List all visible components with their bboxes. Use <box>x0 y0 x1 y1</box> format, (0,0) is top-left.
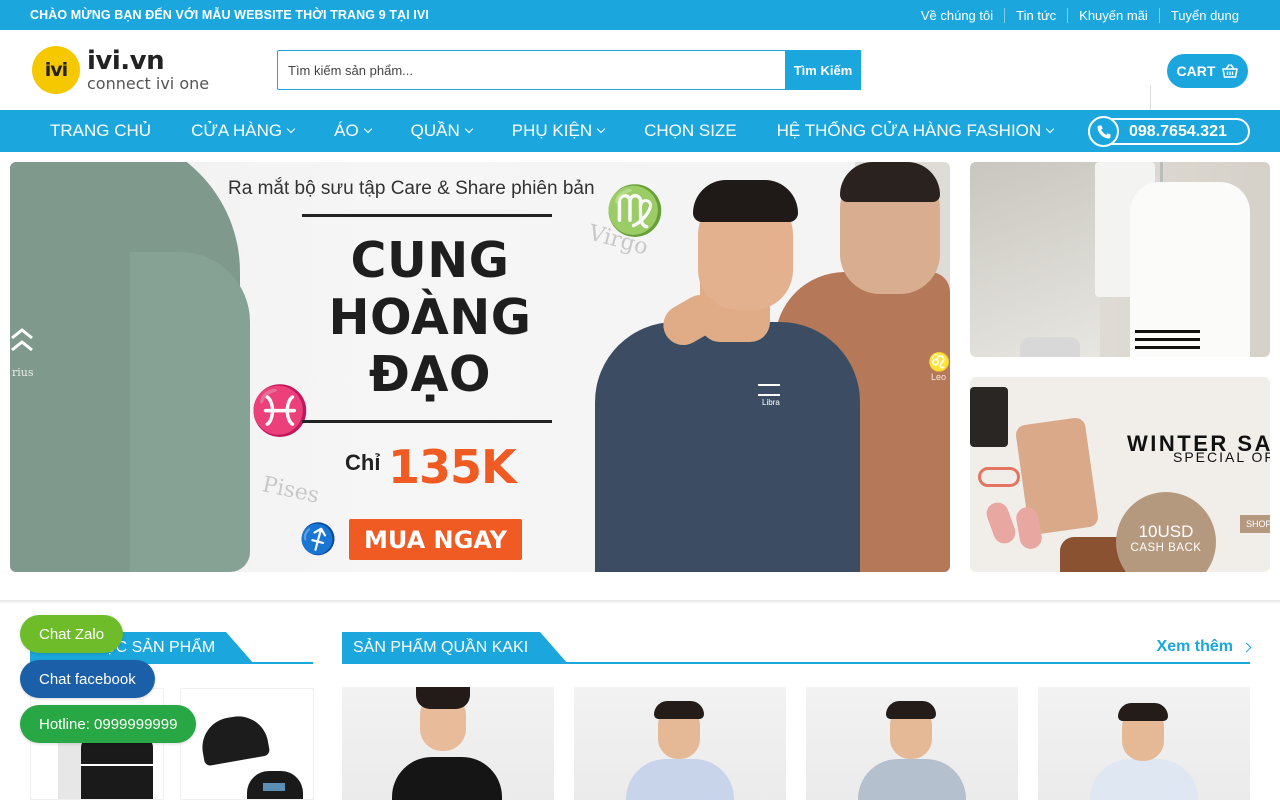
chevron-down-icon <box>1045 124 1055 134</box>
product-image-2-shirt <box>626 759 734 800</box>
logo-title: ivi.vn <box>87 46 165 76</box>
top-link-promotions[interactable]: Khuyến mãi <box>1067 7 1159 23</box>
banner-price: 135K <box>388 440 517 494</box>
banner-price-label: Chỉ <box>345 450 381 475</box>
side-banner-1-shoes <box>1020 337 1080 357</box>
product-card-4[interactable] <box>1038 687 1250 800</box>
category-image-polo-stripe <box>81 764 153 766</box>
search-form: Tìm Kiếm <box>277 50 861 90</box>
product-image-1-shirt <box>392 757 502 800</box>
product-image-3-hair <box>886 701 936 719</box>
zodiac-pisces-label: Pises <box>260 472 322 509</box>
product-image-4-hair <box>1118 703 1168 721</box>
nav-item-pants[interactable]: QUẦN <box>391 121 492 141</box>
side-banner-1-stripe-2 <box>1135 338 1200 341</box>
cart-label: CART <box>1176 63 1216 79</box>
libra-icon <box>758 384 780 396</box>
banner-model-1-shirt <box>595 322 860 572</box>
side-banner-2-subtitle: SPECIAL OF <box>1173 449 1270 465</box>
side-banner-1-stripe-1 <box>1135 330 1200 333</box>
main-nav: TRANG CHỦ CỬA HÀNG ÁO QUẦN PHỤ KIỆN CHỌN… <box>0 110 1280 152</box>
banner-buy-now-button[interactable]: MUA NGAY <box>349 519 522 560</box>
chevron-down-icon <box>596 124 606 134</box>
search-input[interactable] <box>277 50 785 90</box>
banner-title-line-1: CUNG <box>350 232 510 289</box>
category-image-hat-label <box>263 783 285 791</box>
side-banner-winter-sale[interactable]: WINTER SA SPECIAL OF 10USD CASH BACK SHO… <box>970 377 1270 572</box>
banner-tag-leo: Leo <box>931 372 947 382</box>
nav-item-shirts[interactable]: ÁO <box>314 121 391 141</box>
side-banner-2-shop-tag: SHOP <box>1240 515 1270 533</box>
banner-model-2-hair <box>840 162 940 202</box>
product-image-1-hair <box>416 687 470 709</box>
product-image-4-shirt <box>1090 759 1198 800</box>
banner-title-line-3: ĐẠO <box>368 346 492 403</box>
top-link-about[interactable]: Về chúng tôi <box>910 8 1004 23</box>
basket-icon <box>1222 64 1239 78</box>
nav-item-home[interactable]: TRANG CHỦ <box>30 121 171 141</box>
banner-tag-libra: Libra <box>762 398 780 407</box>
cashback-text: CASH BACK <box>1130 542 1202 554</box>
section-divider <box>0 600 1280 604</box>
top-bar: CHÀO MỪNG BẠN ĐẾN VỚI MẪU WEBSITE THỜI T… <box>0 0 1280 30</box>
sagittarius-icon: ♐ <box>293 515 344 564</box>
nav-item-store[interactable]: CỬA HÀNG <box>171 121 314 141</box>
nav-item-size[interactable]: CHỌN SIZE <box>624 121 757 141</box>
phone-icon <box>1088 116 1119 147</box>
nav-item-accessories[interactable]: PHỤ KIỆN <box>492 121 624 141</box>
banner-rule-bottom <box>302 420 552 423</box>
side-banner-2-sunglasses <box>978 467 1020 487</box>
cashback-amount: 10USD <box>1138 522 1194 541</box>
product-card-3[interactable] <box>806 687 1018 800</box>
side-banner-1-stripe-3 <box>1135 346 1200 349</box>
chevron-down-icon <box>464 124 474 134</box>
kaki-section-title: SẢN PHẨM QUẦN KAKI <box>342 632 568 664</box>
side-banner-2-cashback-badge: 10USD CASH BACK <box>1116 492 1216 572</box>
site-logo[interactable]: ivi ivi.vn connect ivi one <box>32 46 209 94</box>
chevron-down-icon <box>363 124 372 134</box>
logo-tagline: connect ivi one <box>87 74 210 93</box>
chat-facebook-button[interactable]: Chat facebook <box>20 660 155 698</box>
top-link-news[interactable]: Tin tức <box>1004 7 1067 23</box>
side-banner-clothes[interactable] <box>970 162 1270 357</box>
nav-item-stores[interactable]: HỆ THỐNG CỬA HÀNG FASHION <box>757 121 1074 141</box>
banner-model-1-hair <box>693 180 798 222</box>
leo-icon: ♌ <box>928 352 950 373</box>
see-more-link[interactable]: Xem thêm <box>1157 638 1252 656</box>
product-card-2[interactable] <box>574 687 786 800</box>
side-banner-1-wall-shadow <box>970 162 1100 357</box>
side-banner-2-bag <box>970 387 1008 447</box>
zodiac-aquarius-label: rius <box>12 366 34 379</box>
hotline-number: 098.7654.321 <box>1129 122 1227 140</box>
welcome-text: CHÀO MỪNG BẠN ĐẾN VỚI MẪU WEBSITE THỜI T… <box>30 8 429 22</box>
kaki-section-header: SẢN PHẨM QUẦN KAKI Xem thêm <box>342 632 1252 664</box>
header: ivi ivi.vn connect ivi one Tìm Kiếm CART <box>0 30 1280 115</box>
chat-hotline-button[interactable]: Hotline: 0999999999 <box>20 705 197 743</box>
chevron-right-icon <box>1241 642 1252 652</box>
aquarius-icon <box>11 328 33 352</box>
product-image-2-hair <box>654 701 704 719</box>
category-image-black-polo <box>81 734 153 799</box>
chat-zalo-button[interactable]: Chat Zalo <box>20 615 124 653</box>
top-links: Về chúng tôi Tin tức Khuyến mãi Tuyển dụ… <box>910 7 1250 23</box>
banner-shirt-sleeve <box>130 252 250 572</box>
logo-mark: ivi <box>32 46 80 94</box>
top-link-careers[interactable]: Tuyển dụng <box>1158 7 1250 23</box>
cart-button[interactable]: CART <box>1167 54 1248 88</box>
product-image-3-shirt <box>858 759 966 800</box>
banner-subtitle: Ra mắt bộ sưu tập Care & Share phiên bản <box>228 178 595 199</box>
category-card-accessories[interactable] <box>180 688 314 800</box>
nav-hotline[interactable]: 098.7654.321 <box>1088 116 1250 147</box>
product-card-1[interactable] <box>342 687 554 800</box>
search-button[interactable]: Tìm Kiếm <box>785 50 861 90</box>
banner-rule-top <box>302 214 552 217</box>
banner-title-line-2: HOÀNG <box>328 289 532 346</box>
side-banner-2-shoe-1 <box>983 499 1019 547</box>
category-image-cap <box>197 711 271 767</box>
chevron-down-icon <box>286 124 296 134</box>
hero-banner[interactable]: rius ♓ Pises ♍ Virgo ♐ Ra mắt bộ sưu tập… <box>10 162 950 572</box>
